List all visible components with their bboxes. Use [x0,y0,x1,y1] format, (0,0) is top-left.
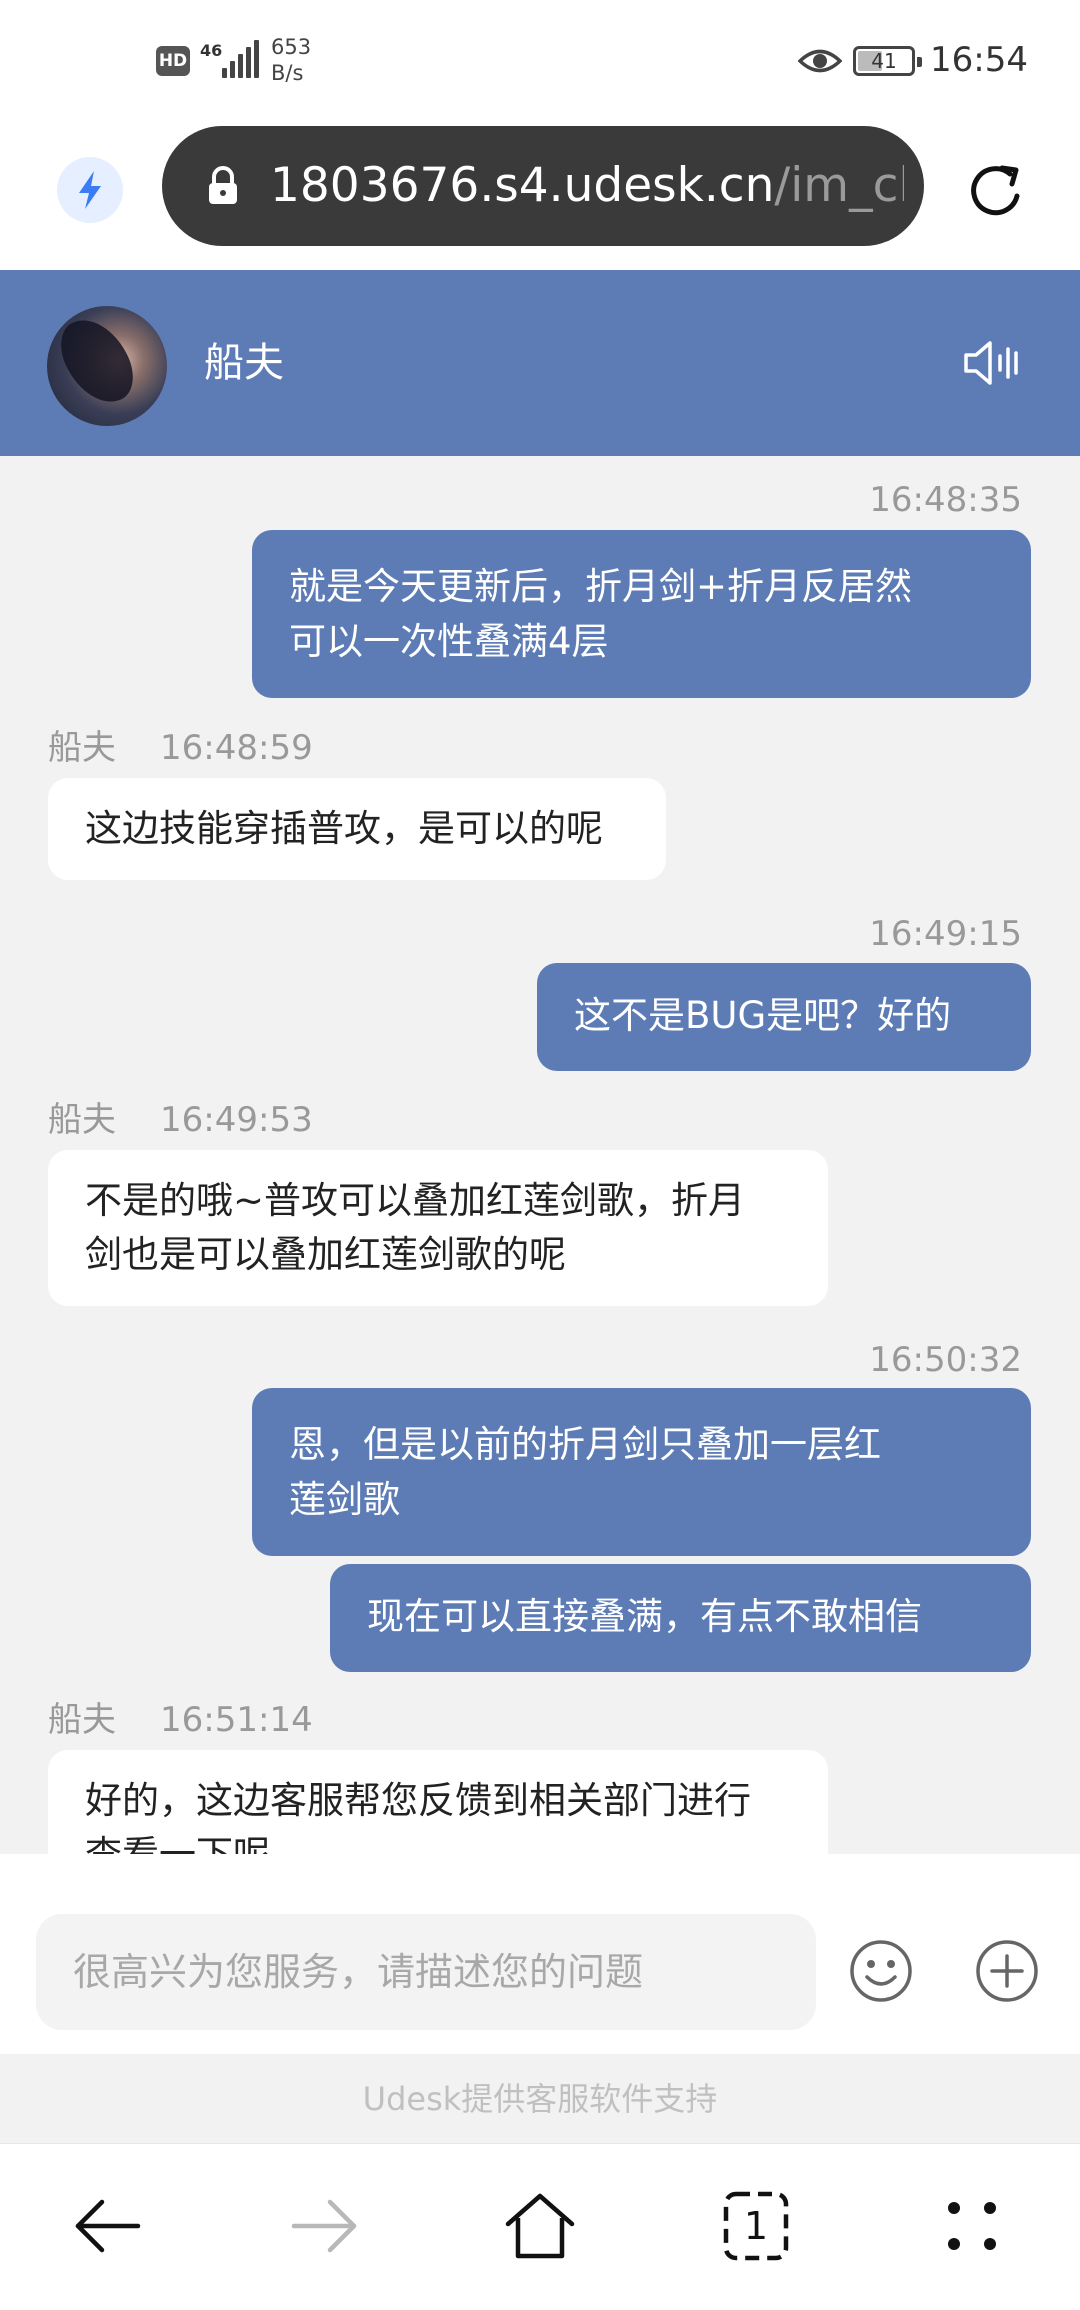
incoming-message-bubble: 不是的哦~普攻可以叠加红莲剑歌，折月 剑也是可以叠加红莲剑歌的呢 [48,1150,828,1306]
back-icon[interactable] [68,2186,148,2266]
signal-icon [222,40,259,78]
incoming-message-bubble: 好的，这边客服帮您反馈到相关部门进行 查看一下呢 [48,1750,828,1854]
agent-avatar [47,306,167,426]
battery-level: 41 [871,49,897,73]
forward-icon[interactable] [284,2186,364,2266]
network-type: 46 [200,41,223,60]
chat-header: 船夫 [0,270,1080,456]
message-input[interactable] [36,1914,816,2030]
message-text-line: 恩，但是以前的折月剑只叠加一层红 [289,1423,881,1466]
emoji-icon[interactable] [848,1938,914,2004]
tabs-button[interactable]: 1 [716,2186,796,2266]
message-text-line: 好的，这边客服帮您反馈到相关部门进行 [85,1779,751,1822]
message-text-line: 就是今天更新后，折月剑+折月反居然 [289,565,913,608]
clock: 16:54 [930,40,1028,80]
speed-mode-button[interactable] [57,157,123,223]
composer [0,1854,1080,2054]
message-sender: 船夫 [48,1700,116,1740]
message-text-line: 这边技能穿插普攻，是可以的呢 [85,807,603,850]
chat-message-list[interactable]: 16:48:35 就是今天更新后，折月剑+折月反居然 可以一次性叠满4层 船夫 … [0,456,1080,1854]
browser-toolbar: 1803676.s4.udesk.cn/im_clier [0,120,1080,270]
url-path: /im_clier [774,158,904,213]
speaker-icon[interactable] [962,338,1020,388]
message-timestamp: 16:48:35 [869,480,1022,520]
network-speed-value: 653 [271,35,312,59]
message-sender: 船夫 [48,1100,116,1140]
tab-count: 1 [743,2204,769,2248]
agent-name: 船夫 [204,340,284,386]
browser-bottom-nav: 1 [0,2144,1080,2310]
incoming-message-bubble: 这边技能穿插普攻，是可以的呢 [48,778,666,880]
outgoing-message-bubble: 现在可以直接叠满，有点不敢相信 [330,1564,1031,1672]
message-text-line: 莲剑歌 [289,1478,400,1521]
outgoing-message-bubble: 就是今天更新后，折月剑+折月反居然 可以一次性叠满4层 [252,530,1031,698]
outgoing-message-bubble: 这不是BUG是吧？好的 [537,963,1031,1071]
eye-comfort-icon [798,49,842,73]
status-bar: HD 46 653 B/s 41 16:54 [0,0,1080,120]
lightning-icon [79,171,101,209]
message-timestamp: 16:51:14 [160,1700,313,1740]
network-speed: 653 B/s [271,34,311,86]
message-timestamp: 16:48:59 [160,728,313,768]
outgoing-message-bubble: 恩，但是以前的折月剑只叠加一层红 莲剑歌 [252,1388,1031,1556]
message-clip: 好的，这边客服帮您反馈到相关部门进行 查看一下呢 [0,1750,1080,1854]
message-text-line: 可以一次性叠满4层 [289,620,609,663]
message-text-line: 不是的哦~普攻可以叠加红莲剑歌，折月 [85,1179,746,1222]
network-speed-unit: B/s [271,61,304,85]
message-timestamp: 16:49:53 [160,1100,313,1140]
message-text-line: 剑也是可以叠加红莲剑歌的呢 [85,1233,566,1276]
message-text-line: 这不是BUG是吧？好的 [574,994,952,1037]
url-host: 1803676.s4.udesk.cn [270,158,775,213]
hd-badge: HD [156,46,190,76]
message-sender: 船夫 [48,728,116,768]
reload-icon[interactable] [962,156,1032,226]
message-timestamp: 16:50:32 [869,1340,1022,1380]
message-text-line: 现在可以直接叠满，有点不敢相信 [367,1595,922,1638]
powered-by-credit: Udesk提供客服软件支持 [0,2054,1080,2144]
address-bar[interactable]: 1803676.s4.udesk.cn/im_clier [162,126,924,246]
menu-icon[interactable] [932,2186,1012,2266]
message-timestamp: 16:49:15 [869,914,1022,954]
home-icon[interactable] [500,2186,580,2266]
battery-icon: 41 [853,46,922,76]
message-text-line: 查看一下呢 [85,1828,798,1854]
url-text: 1803676.s4.udesk.cn/im_clier [270,126,904,246]
add-attachment-icon[interactable] [974,1938,1040,2004]
lock-icon [209,166,237,204]
